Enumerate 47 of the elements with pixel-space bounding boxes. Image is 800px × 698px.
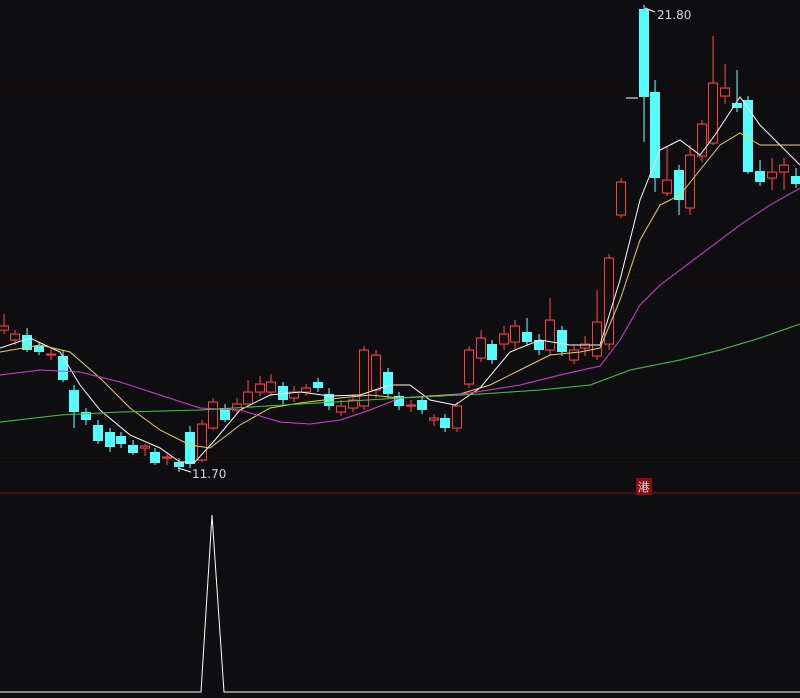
candlestick [140, 444, 150, 456]
candlestick [220, 404, 230, 422]
candlestick [93, 420, 103, 444]
candlestick [58, 350, 68, 382]
candlestick [10, 330, 20, 346]
candlestick [371, 350, 381, 398]
price-label: 21.80 [657, 8, 692, 22]
candlestick [464, 346, 474, 388]
candlestick [755, 160, 765, 186]
candlestick [301, 384, 311, 396]
candlestick [616, 178, 626, 218]
leader-line [178, 468, 192, 472]
candlestick [674, 164, 684, 216]
candlestick [22, 328, 32, 352]
candlestick [69, 384, 79, 428]
candlestick [767, 158, 777, 190]
candlestick [34, 342, 44, 356]
candlestick [779, 158, 789, 190]
candlestick [266, 374, 276, 396]
leader-line [644, 8, 656, 12]
candlestick [510, 320, 520, 350]
candlestick [499, 326, 509, 350]
candlestick [487, 340, 497, 364]
candlestick [592, 290, 602, 360]
market-badge: 港 [636, 478, 652, 495]
candlestick [278, 382, 288, 404]
candlestick [791, 168, 800, 188]
candlestick [557, 326, 567, 356]
candlestick [255, 376, 265, 396]
candlestick [720, 64, 730, 104]
candlestick [162, 452, 172, 466]
candlestick [522, 318, 532, 346]
candlestick [476, 330, 486, 362]
candlestick [150, 448, 160, 466]
candlestick [128, 440, 138, 456]
price-label: 11.70 [192, 467, 226, 481]
candlestick [452, 402, 462, 432]
candlestick [685, 144, 695, 216]
candlestick [289, 386, 299, 402]
candlestick [208, 398, 218, 430]
candlestick [46, 348, 56, 360]
candlestick [336, 400, 346, 416]
candlestick [197, 420, 207, 462]
candlestick [580, 336, 590, 356]
candlestick [569, 344, 579, 364]
candlestick [662, 146, 672, 196]
candlestick [81, 408, 91, 426]
